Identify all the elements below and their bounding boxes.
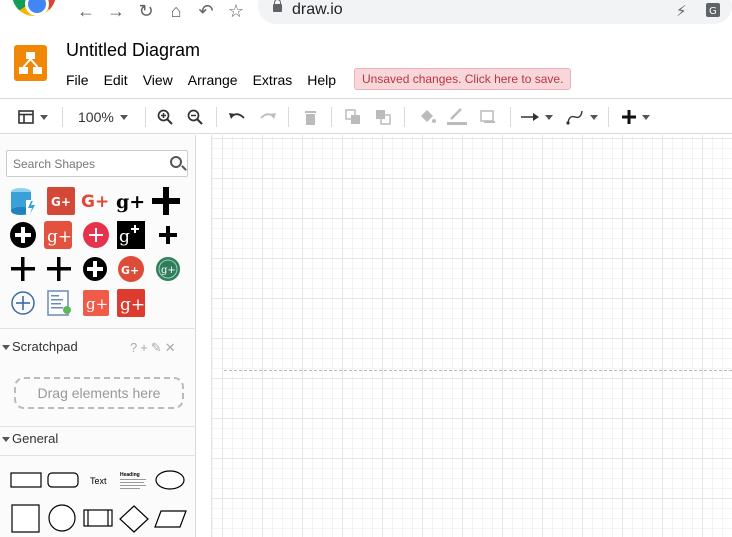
delete-icon[interactable]	[304, 106, 317, 128]
google-plus-circle-green-icon[interactable]: g+	[153, 254, 183, 284]
menu-view[interactable]: View	[143, 72, 173, 88]
svg-text:g+: g+	[120, 295, 145, 315]
insert-icon	[622, 110, 636, 124]
svg-text:g: g	[119, 227, 130, 247]
google-plus-square-red-3-icon[interactable]: g+	[116, 288, 146, 318]
shapes-sidebar: G+ G+ g+ g+ g	[0, 135, 196, 537]
connection-style-button[interactable]	[521, 106, 553, 128]
fill-color-icon[interactable]	[418, 106, 436, 128]
process-shape[interactable]	[83, 509, 113, 527]
menu-edit[interactable]: Edit	[104, 72, 128, 88]
google-plus-circle-red-icon[interactable]: G+	[116, 254, 146, 284]
plus-circle-black-icon[interactable]	[8, 220, 38, 250]
waypoints-icon	[566, 110, 583, 125]
insert-button[interactable]	[622, 106, 650, 128]
forward-icon[interactable]: →	[105, 0, 127, 22]
zoom-out-icon[interactable]	[187, 106, 203, 128]
svg-text:G+: G+	[121, 264, 139, 277]
zoom-in-icon[interactable]	[157, 106, 173, 128]
search-box[interactable]	[6, 150, 188, 177]
redo-icon[interactable]	[259, 106, 276, 128]
line-color-icon[interactable]	[447, 106, 467, 128]
google-plus-square-red-2-icon[interactable]: g+	[81, 288, 111, 318]
waypoints-button[interactable]	[566, 106, 598, 128]
google-plus-square-red-icon[interactable]: g+	[43, 220, 73, 250]
zoom-level: 100%	[78, 109, 114, 125]
search-icon[interactable]	[170, 156, 182, 168]
url-text[interactable]: draw.io	[292, 1, 343, 19]
plus-circle-black-2-icon[interactable]	[80, 254, 110, 284]
azure-storage-icon[interactable]	[8, 186, 38, 216]
bookmark-star-icon[interactable]: ☆	[225, 0, 247, 22]
menu-bar: File Edit View Arrange Extras Help	[66, 72, 351, 88]
translate-icon[interactable]: G	[705, 2, 721, 22]
menu-file[interactable]: File	[66, 72, 89, 88]
back-icon[interactable]: ←	[75, 0, 97, 22]
connection-icon	[521, 113, 539, 121]
document-icon[interactable]	[44, 288, 74, 318]
svg-text:G+: G+	[81, 192, 109, 212]
menu-extras[interactable]: Extras	[253, 72, 293, 88]
edit-icon[interactable]: ✎	[151, 340, 165, 355]
drawio-logo-icon	[14, 45, 47, 81]
sidebar-splitter[interactable]	[196, 135, 212, 537]
scratchpad-tools: ?+✎✕	[130, 340, 179, 356]
google-plus-red-square-icon[interactable]: G+	[46, 186, 76, 216]
plus-thin-icon[interactable]	[8, 254, 38, 284]
shadow-icon[interactable]	[480, 106, 496, 128]
svg-text:G: G	[709, 6, 717, 17]
to-back-icon[interactable]	[375, 106, 391, 128]
svg-text:G+: G+	[51, 195, 71, 209]
help-icon[interactable]: ?	[130, 340, 140, 355]
plus-circle-outline-icon[interactable]	[8, 288, 38, 318]
circle-shape[interactable]	[48, 504, 76, 532]
rounded-rectangle-shape[interactable]	[47, 472, 79, 488]
text-shape[interactable]: Text	[90, 476, 107, 486]
document-title[interactable]: Untitled Diagram	[66, 40, 200, 61]
plus-bold-icon[interactable]	[44, 254, 74, 284]
diagram-canvas[interactable]	[212, 135, 732, 537]
plus-black-small-icon[interactable]	[153, 220, 183, 250]
lightning-icon[interactable]: ⚡	[676, 2, 687, 20]
page-break-line	[224, 370, 732, 371]
google-plus-black-icon[interactable]: g+	[116, 186, 146, 216]
plus-circle-red-icon[interactable]	[81, 220, 111, 250]
home-icon[interactable]: ⌂	[165, 0, 187, 22]
textbox-shape[interactable]: Heading	[120, 472, 146, 489]
scratchpad-dropzone[interactable]: Drag elements here	[14, 377, 184, 409]
reload-icon[interactable]: ↻	[135, 0, 157, 22]
google-plus-square-black-icon[interactable]: g	[116, 220, 146, 250]
toolbar: 100%	[0, 98, 732, 134]
chrome-logo-icon	[12, 0, 56, 16]
scratchpad-header[interactable]: Scratchpad	[0, 339, 78, 354]
general-shapes: Text Heading	[10, 470, 187, 533]
svg-text:g+: g+	[47, 227, 72, 247]
rectangle-shape[interactable]	[10, 472, 42, 488]
undo-icon[interactable]	[229, 106, 246, 128]
svg-text:g+: g+	[116, 191, 145, 213]
ellipse-shape[interactable]	[155, 470, 185, 490]
plus-black-icon[interactable]	[151, 186, 181, 216]
zoom-dropdown[interactable]: 100%	[78, 106, 128, 128]
parallelogram-shape[interactable]	[154, 510, 187, 528]
square-shape[interactable]	[11, 504, 40, 533]
history-icon[interactable]: ↶	[195, 0, 217, 22]
diamond-shape[interactable]	[119, 505, 149, 533]
view-menu-button[interactable]	[18, 106, 48, 128]
unsaved-changes-notice[interactable]: Unsaved changes. Click here to save.	[354, 68, 572, 90]
lock-icon	[273, 0, 282, 12]
menu-help[interactable]: Help	[307, 72, 336, 88]
search-input[interactable]	[7, 151, 157, 176]
menu-arrange[interactable]: Arrange	[188, 72, 238, 88]
svg-text:g+: g+	[161, 265, 176, 276]
svg-text:g+: g+	[86, 295, 108, 313]
close-icon[interactable]: ✕	[165, 340, 179, 355]
add-icon[interactable]: +	[140, 340, 151, 355]
general-header[interactable]: General	[0, 431, 58, 446]
svg-text:Heading: Heading	[120, 472, 140, 478]
view-icon	[18, 110, 34, 124]
browser-toolbar: ← → ↻ ⌂ ↶ ☆ draw.io ⚡ G	[0, 0, 732, 24]
google-plus-text-icon[interactable]: G+	[81, 186, 111, 216]
to-front-icon[interactable]	[345, 106, 361, 128]
